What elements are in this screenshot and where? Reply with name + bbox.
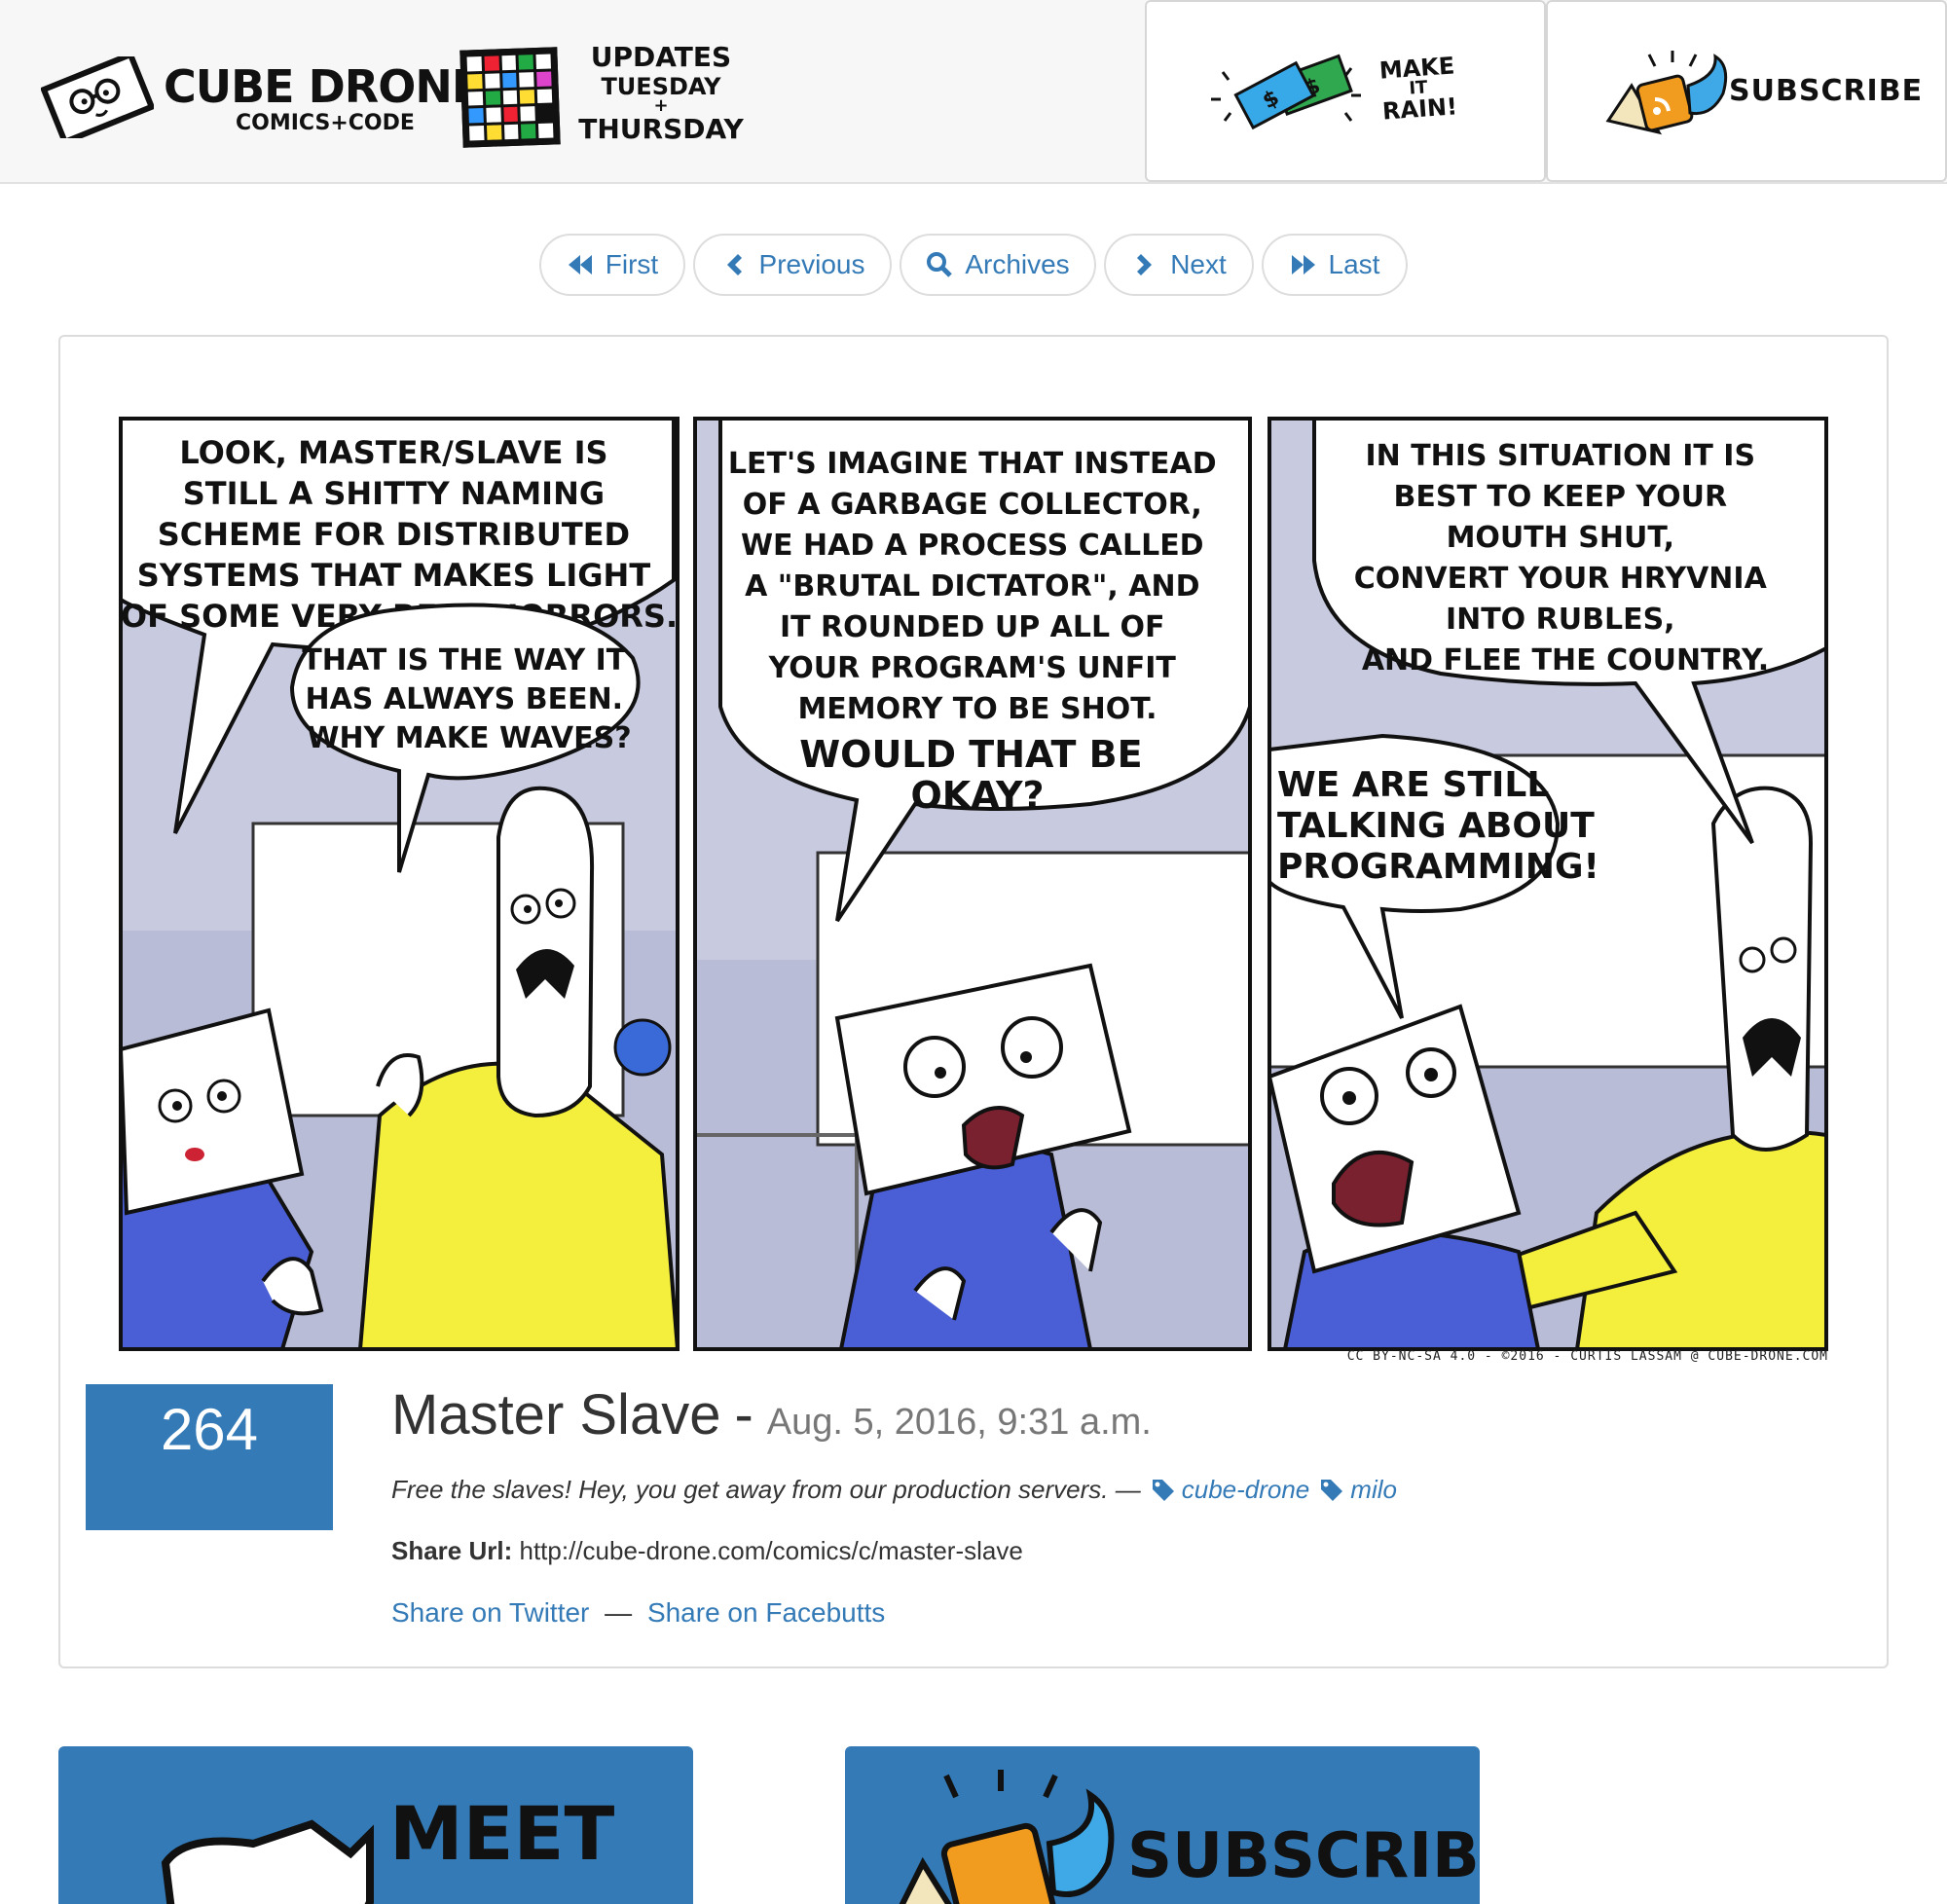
- meet-the-characters-card[interactable]: Meet: [58, 1746, 693, 1904]
- money-icon: $ $: [1211, 54, 1361, 130]
- archives-label: Archives: [965, 249, 1070, 279]
- p2b1-line: MEMORY TO BE SHOT.: [797, 692, 1157, 726]
- p1b2-line: THAT IS THE WAY IT: [302, 643, 627, 677]
- comic-pagination: First Previous Archives Next Last: [0, 234, 1947, 296]
- cube-drone-logo-icon: [41, 56, 154, 138]
- schedule-line-1: Updates: [590, 41, 732, 73]
- site-logo[interactable]: Cube Drone Comics+Code: [41, 43, 482, 150]
- share-facebook-link[interactable]: Share on Facebutts: [647, 1597, 885, 1628]
- first-label: First: [605, 249, 659, 279]
- description-text: Free the slaves! Hey, you get away from …: [391, 1475, 1141, 1504]
- subscribe-header-label: Subscribe: [1729, 74, 1924, 108]
- panel2-bubble-text: LET'S IMAGINE THAT INSTEAD OF A GARBAGE …: [728, 447, 1227, 726]
- make-it-rain-label: Make it Rain!: [1363, 52, 1474, 126]
- p1b1-line: SCHEME FOR DISTRIBUTED: [158, 516, 630, 553]
- logo-subtitle: Comics+Code: [236, 111, 415, 135]
- update-schedule: Updates Tuesday + Thursday: [459, 41, 753, 158]
- comic-strip: LOOK, MASTER/SLAVE IS STILL A SHITTY NAM…: [119, 417, 1828, 1351]
- share-url-label: Share Url:: [391, 1536, 513, 1565]
- subscribe-header-button[interactable]: Subscribe: [1546, 0, 1947, 182]
- p3b2-line: PROGRAMMING!: [1277, 847, 1599, 887]
- tag-icon: [1152, 1479, 1174, 1501]
- comic-title: Master Slave: [391, 1383, 721, 1446]
- panel1-bubble2-text: THAT IS THE WAY IT HAS ALWAYS BEEN. WHY …: [302, 643, 636, 755]
- next-label: Next: [1170, 249, 1227, 279]
- p3b2-line: TALKING ABOUT: [1277, 806, 1595, 846]
- comic-heading: Master Slave - Aug. 5, 2016, 9:31 a.m.: [391, 1382, 1754, 1447]
- meet-label: Meet: [389, 1790, 615, 1877]
- calendar-grid-icon: [459, 47, 561, 148]
- comic-panel-3: IN THIS SITUATION IT IS BEST TO KEEP YOU…: [1269, 419, 1826, 1349]
- p2b1-bold-line: OKAY?: [910, 774, 1044, 817]
- share-url-value[interactable]: http://cube-drone.com/comics/c/master-sl…: [520, 1536, 1023, 1565]
- p3b1-line: INTO RUBLES,: [1446, 603, 1675, 637]
- fast-backward-icon: [568, 255, 592, 275]
- logo-title: Cube Drone: [164, 60, 482, 113]
- previous-button[interactable]: Previous: [693, 234, 892, 296]
- p1b1-line: LOOK, MASTER/SLAVE IS: [179, 434, 607, 471]
- p2b1-line: IT ROUNDED UP ALL OF: [780, 610, 1165, 644]
- tag-label: cube-drone: [1181, 1475, 1310, 1504]
- comic-number: 264: [160, 1397, 259, 1462]
- share-links: Share on Twitter — Share on Facebutts: [391, 1597, 1754, 1629]
- p3b1-line: IN THIS SITUATION IT IS: [1365, 439, 1755, 473]
- next-button[interactable]: Next: [1104, 234, 1254, 296]
- p2b1-line: LET'S IMAGINE THAT INSTEAD: [728, 447, 1217, 481]
- tag-cube-drone[interactable]: cube-drone: [1151, 1475, 1310, 1505]
- comic-panel-1: LOOK, MASTER/SLAVE IS STILL A SHITTY NAM…: [121, 419, 678, 1349]
- panel1-bubble1-text: LOOK, MASTER/SLAVE IS STILL A SHITTY NAM…: [121, 434, 678, 635]
- rss-subscribe-icon: [1605, 51, 1728, 135]
- p2b1-line: A "BRUTAL DICTATOR", AND: [745, 569, 1199, 604]
- tag-label: milo: [1350, 1475, 1397, 1504]
- fast-forward-icon: [1291, 255, 1315, 275]
- search-icon: [927, 252, 953, 277]
- schedule-line-3: Thursday: [578, 113, 744, 145]
- p2b1-line: YOUR PROGRAM'S UNFIT: [768, 651, 1177, 685]
- p1b1-line: STILL A SHITTY NAMING: [183, 475, 605, 512]
- previous-label: Previous: [758, 249, 865, 279]
- update-schedule-text: Updates Tuesday + Thursday: [578, 41, 744, 146]
- rain-line-3: Rain!: [1381, 92, 1458, 126]
- comic-panel-2: LET'S IMAGINE THAT INSTEAD OF A GARBAGE …: [695, 419, 1250, 1349]
- comic-credit: CC BY-NC-SA 4.0 - ©2016 - CURTIS LASSAM …: [1346, 1349, 1828, 1364]
- subscribe-card[interactable]: Subscribe: [845, 1746, 1480, 1904]
- p3b2-line: WE ARE STILL: [1277, 765, 1549, 805]
- subscribe-card-label: Subscribe: [1127, 1820, 1480, 1892]
- schedule-plus: +: [653, 95, 669, 116]
- p3b1-line: MOUTH SHUT,: [1447, 521, 1674, 555]
- p3b1-line: BEST TO KEEP YOUR: [1393, 480, 1727, 514]
- p2b1-line: WE HAD A PROCESS CALLED: [741, 529, 1204, 563]
- tag-icon: [1321, 1479, 1343, 1501]
- share-url-row: Share Url: http://cube-drone.com/comics/…: [391, 1536, 1754, 1566]
- p2b1-line: OF A GARBAGE COLLECTOR,: [743, 488, 1202, 522]
- comic-date: Aug. 5, 2016, 9:31 a.m.: [766, 1402, 1152, 1443]
- title-separator: -: [734, 1383, 753, 1446]
- share-twitter-link[interactable]: Share on Twitter: [391, 1597, 589, 1628]
- p3b1-line: AND FLEE THE COUNTRY.: [1362, 643, 1769, 677]
- chevron-left-icon: [726, 254, 742, 275]
- make-it-rain-button[interactable]: $ $ Make it Rain!: [1145, 0, 1546, 182]
- site-header: Cube Drone Comics+Code Updates Tuesday +…: [0, 0, 1947, 184]
- first-button[interactable]: First: [539, 234, 685, 296]
- p1b1-line: SYSTEMS THAT MAKES LIGHT: [137, 557, 651, 594]
- archives-button[interactable]: Archives: [900, 234, 1096, 296]
- panel3-bubble2-text: WE ARE STILL TALKING ABOUT PROGRAMMING!: [1277, 765, 1606, 887]
- comic-info: Master Slave - Aug. 5, 2016, 9:31 a.m. F…: [391, 1382, 1754, 1629]
- last-label: Last: [1328, 249, 1380, 279]
- comic-number-badge: 264: [86, 1384, 333, 1530]
- tag-milo[interactable]: milo: [1319, 1475, 1397, 1505]
- comic-card: LOOK, MASTER/SLAVE IS STILL A SHITTY NAM…: [58, 335, 1889, 1668]
- comic-description: Free the slaves! Hey, you get away from …: [391, 1475, 1754, 1505]
- p1b2-line: WHY MAKE WAVES?: [307, 721, 631, 755]
- share-separator: —: [605, 1597, 633, 1628]
- chevron-right-icon: [1137, 254, 1153, 275]
- last-button[interactable]: Last: [1262, 234, 1408, 296]
- p1b2-line: HAS ALWAYS BEEN.: [305, 682, 623, 716]
- p3b1-line: CONVERT YOUR HRYVNIA: [1354, 562, 1768, 596]
- p2b1-bold-line: WOULD THAT BE: [799, 733, 1142, 776]
